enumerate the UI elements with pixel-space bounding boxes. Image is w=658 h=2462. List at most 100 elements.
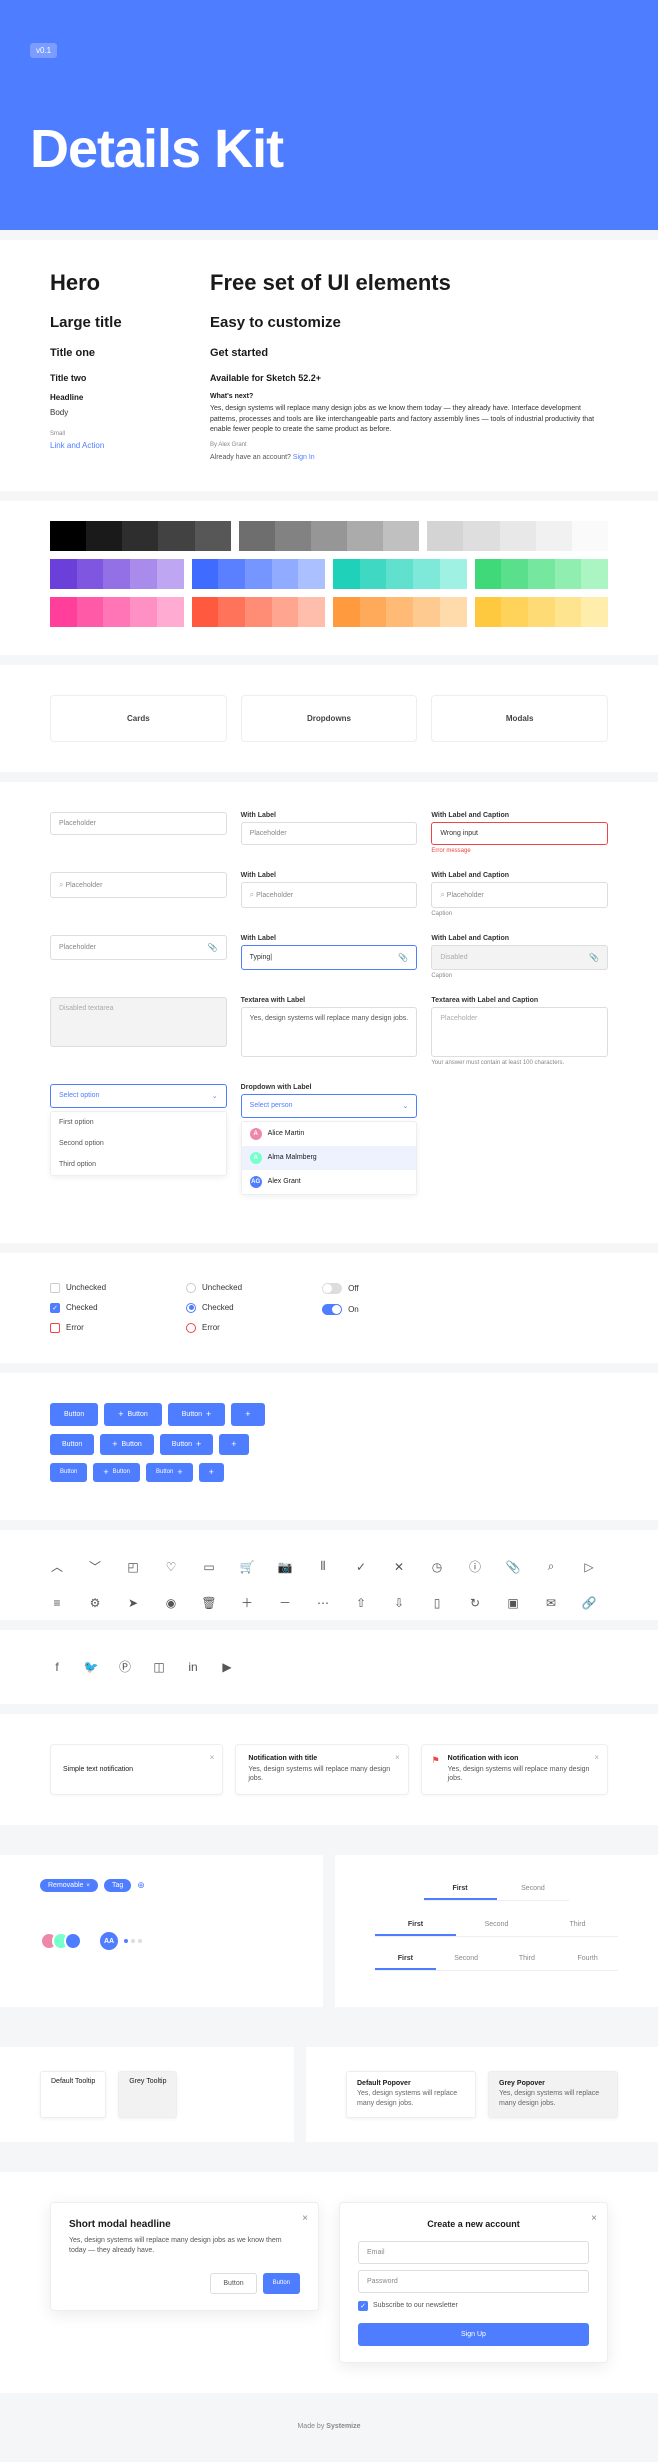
menu-icon: ≡ xyxy=(50,1596,64,1610)
tab-third[interactable]: Third xyxy=(497,1949,558,1970)
color-swatch xyxy=(218,597,245,627)
trash-icon: 🗑 xyxy=(202,1596,216,1610)
button-md-suffix[interactable]: Button+ xyxy=(160,1434,214,1455)
checkbox-checked[interactable]: ✓Checked xyxy=(50,1303,106,1313)
chevron-down-icon: ﹀ xyxy=(88,1560,102,1574)
color-swatch xyxy=(383,521,419,551)
color-swatch xyxy=(275,521,311,551)
input-typing[interactable]: Typing|📎 xyxy=(241,945,418,970)
checkbox-unchecked[interactable]: Unchecked xyxy=(50,1283,106,1293)
toggle-on[interactable]: On xyxy=(322,1304,359,1315)
radio-checked[interactable]: Checked xyxy=(186,1303,242,1313)
person-option[interactable]: AAlice Martin xyxy=(242,1122,417,1146)
color-swatch xyxy=(218,559,245,589)
plus-icon: + xyxy=(103,1468,108,1477)
modal-confirm-button[interactable]: Button xyxy=(263,2273,300,2294)
button-md-icon[interactable]: + xyxy=(219,1434,248,1455)
button-md[interactable]: Button xyxy=(50,1434,94,1455)
instagram-icon[interactable]: ◫ xyxy=(152,1660,166,1674)
signup-button[interactable]: Sign Up xyxy=(358,2323,589,2346)
toggle-off[interactable]: Off xyxy=(322,1283,359,1294)
button-lg-icon[interactable]: + xyxy=(231,1403,264,1426)
pinterest-icon[interactable]: Ⓟ xyxy=(118,1660,132,1674)
tab-third[interactable]: Third xyxy=(537,1915,618,1936)
color-swatch xyxy=(157,597,184,627)
close-icon[interactable]: × xyxy=(594,1753,599,1762)
close-icon[interactable]: × xyxy=(210,1753,215,1762)
button-sm-icon[interactable]: + xyxy=(199,1463,224,1482)
button-lg[interactable]: Button xyxy=(50,1403,98,1426)
radio-unchecked[interactable]: Unchecked xyxy=(186,1283,242,1293)
option-third[interactable]: Third option xyxy=(51,1154,226,1175)
sign-in-link[interactable]: Sign In xyxy=(293,454,315,461)
color-swatch-group xyxy=(192,597,326,627)
option-first[interactable]: First option xyxy=(51,1112,226,1133)
tab-fourth[interactable]: Fourth xyxy=(557,1949,618,1970)
input-search-labeled[interactable]: ⌕ Placeholder xyxy=(241,882,418,908)
select-basic[interactable]: Select option⌄ xyxy=(50,1084,227,1108)
input-labeled[interactable]: Placeholder xyxy=(241,822,418,845)
tag-add-icon[interactable]: ⊕ xyxy=(137,1880,145,1891)
input-search[interactable]: ⌕ Placeholder xyxy=(50,872,227,898)
color-swatch xyxy=(245,597,272,627)
youtube-icon[interactable]: ▶ xyxy=(220,1660,234,1674)
person-option[interactable]: AGAlex Grant xyxy=(242,1170,417,1194)
email-input[interactable]: Email xyxy=(358,2241,589,2264)
twitter-icon[interactable]: 🐦 xyxy=(84,1660,98,1674)
select-people: AAlice Martin AAlma Malmberg AGAlex Gran… xyxy=(241,1121,418,1195)
palette-section xyxy=(0,501,658,655)
button-sm-prefix[interactable]: +Button xyxy=(93,1463,140,1482)
select-person[interactable]: Select person⌄ xyxy=(241,1094,418,1118)
radio-error[interactable]: Error xyxy=(186,1323,242,1333)
close-icon[interactable]: × xyxy=(302,2213,308,2224)
color-swatch xyxy=(311,521,347,551)
option-second[interactable]: Second option xyxy=(51,1133,226,1154)
modal-cancel-button[interactable]: Button xyxy=(210,2273,256,2294)
color-swatch xyxy=(555,597,582,627)
checks-section: Unchecked ✓Checked Error Unchecked Check… xyxy=(0,1253,658,1363)
input-search-caption[interactable]: ⌕ Placeholder xyxy=(431,882,608,908)
close-icon[interactable]: × xyxy=(395,1753,400,1762)
tab-first[interactable]: First xyxy=(375,1949,436,1970)
mail-icon: ✉ xyxy=(544,1596,558,1610)
tab-dropdowns[interactable]: Dropdowns xyxy=(241,695,418,742)
user-icon: ◉ xyxy=(164,1596,178,1610)
notification-icon: ⚑Notification with iconYes, design syste… xyxy=(421,1744,608,1796)
input-basic[interactable]: Placeholder xyxy=(50,812,227,835)
type-headline: Headline xyxy=(50,393,170,402)
facebook-icon[interactable]: f xyxy=(50,1660,64,1674)
subscribe-checkbox[interactable]: ✓Subscribe to our newsletter xyxy=(358,2301,589,2311)
person-option[interactable]: AAlma Malmberg xyxy=(242,1146,417,1170)
tab-modals[interactable]: Modals xyxy=(431,695,608,742)
type-link[interactable]: Link and Action xyxy=(50,441,170,450)
password-input[interactable]: Password xyxy=(358,2270,589,2293)
tab-first[interactable]: First xyxy=(424,1879,497,1900)
close-icon[interactable]: × xyxy=(591,2213,597,2224)
input-error[interactable]: Wrong input xyxy=(431,822,608,845)
close-icon[interactable]: × xyxy=(86,1883,90,1889)
textarea-labeled[interactable]: Yes, design systems will replace many de… xyxy=(241,1007,418,1057)
tag-removable[interactable]: Removable× xyxy=(40,1879,98,1892)
button-lg-prefix[interactable]: +Button xyxy=(104,1403,162,1426)
button-sm-suffix[interactable]: Button+ xyxy=(146,1463,193,1482)
button-lg-suffix[interactable]: Button+ xyxy=(168,1403,226,1426)
textarea-caption[interactable]: Placeholder xyxy=(431,1007,608,1057)
tab-second[interactable]: Second xyxy=(456,1915,537,1936)
button-sm[interactable]: Button xyxy=(50,1463,87,1482)
color-swatch xyxy=(413,559,440,589)
tab-second[interactable]: Second xyxy=(436,1949,497,1970)
tab-cards[interactable]: Cards xyxy=(50,695,227,742)
tag-basic[interactable]: Tag xyxy=(104,1879,131,1892)
popover-grey: Grey PopoverYes, design systems will rep… xyxy=(488,2071,618,2118)
type-body: Body xyxy=(50,408,170,417)
input-suffix[interactable]: Placeholder📎 xyxy=(50,935,227,960)
tab-first[interactable]: First xyxy=(375,1915,456,1936)
checkbox-error[interactable]: Error xyxy=(50,1323,106,1333)
button-md-prefix[interactable]: +Button xyxy=(100,1434,154,1455)
linkedin-icon[interactable]: in xyxy=(186,1660,200,1674)
avatar-with-dots: AA xyxy=(100,1932,142,1950)
tab-second[interactable]: Second xyxy=(497,1879,570,1900)
color-swatch xyxy=(347,521,383,551)
plus-icon: + xyxy=(118,1410,123,1419)
color-swatch xyxy=(77,597,104,627)
